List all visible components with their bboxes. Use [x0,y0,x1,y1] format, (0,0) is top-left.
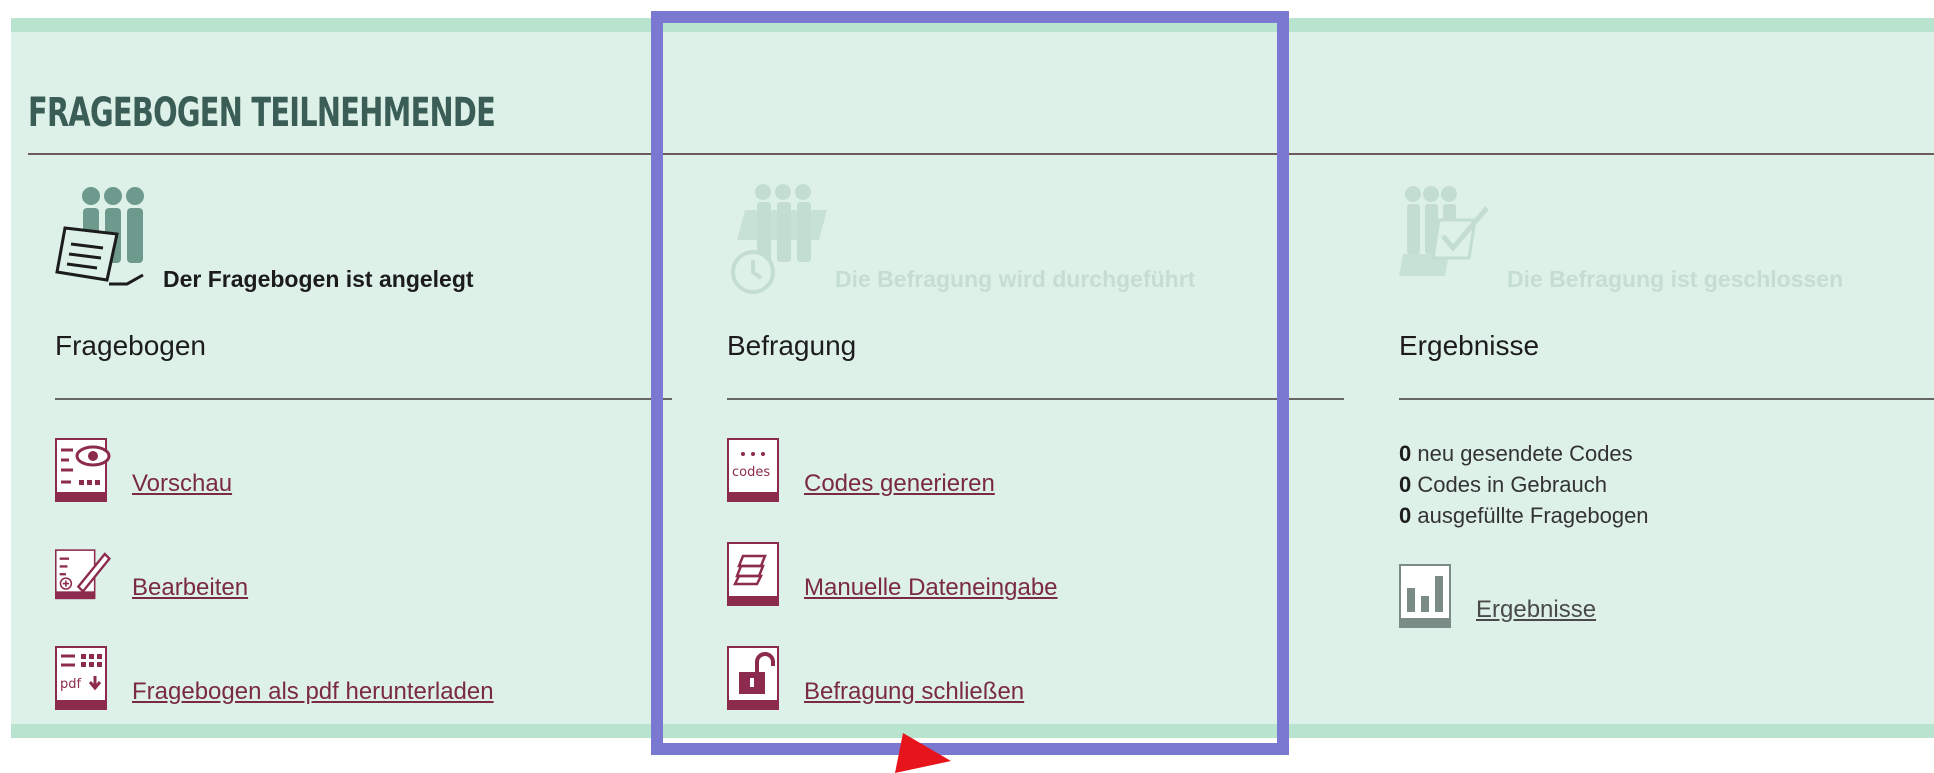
action-codes-generieren[interactable]: codes Codes generieren [727,438,1347,506]
questionnaire-created-icon [55,187,144,286]
action-vorschau[interactable]: Vorschau [55,438,675,506]
data-entry-icon [727,542,779,606]
bearbeiten-link[interactable]: Bearbeiten [132,574,248,602]
status-closed: Die Befragung ist geschlossen [1399,180,1934,310]
section-title-ergebnisse: Ergebnisse [1399,330,1540,361]
stat-completed: 0 ausgefüllte Fragebogen [1399,503,1649,528]
section-title-befragung: Befragung [727,330,857,361]
section-divider [1399,398,1934,400]
manuelle-dateneingabe-link[interactable]: Manuelle Dateneingabe [804,574,1058,602]
codes-icon: codes [727,438,779,502]
stat-codes-in-use: 0 Codes in Gebrauch [1399,472,1607,497]
bar-chart-icon [1399,564,1451,628]
action-ergebnisse[interactable]: Ergebnisse [1399,564,1934,632]
survey-closed-icon [1399,186,1489,276]
column-befragung: Die Befragung wird durchgeführt Befragun… [727,180,1347,720]
status-text: Der Fragebogen ist angelegt [163,266,474,292]
edit-icon [55,549,111,600]
page-title: FRAGEBOGEN TEILNEHMENDE [28,90,496,136]
survey-running-icon [731,184,827,294]
pdf-download-link[interactable]: Fragebogen als pdf herunterladen [132,678,494,706]
codes-generieren-link[interactable]: Codes generieren [804,470,995,498]
section-divider [727,398,1344,400]
section-divider [55,398,672,400]
column-fragebogen: Der Fragebogen ist angelegt Fragebogen V… [55,180,675,720]
action-manuelle-dateneingabe[interactable]: Manuelle Dateneingabe [727,542,1347,610]
title-divider [28,153,1934,155]
column-ergebnisse: Die Befragung ist geschlossen Ergebnisse… [1399,180,1934,720]
svg-text:pdf: pdf [60,677,82,692]
preview-icon [55,438,111,502]
stats-list: 0 neu gesendete Codes 0 Codes in Gebrauc… [1399,438,1649,531]
vorschau-link[interactable]: Vorschau [132,470,232,498]
action-befragung-schliessen[interactable]: Befragung schließen [727,646,1347,714]
status-text: Die Befragung wird durchgeführt [835,266,1196,292]
pdf-download-icon: pdf [55,646,107,710]
svg-text:codes: codes [732,465,770,480]
status-text: Die Befragung ist geschlossen [1507,266,1844,292]
section-title-fragebogen: Fragebogen [55,330,207,361]
ergebnisse-link[interactable]: Ergebnisse [1476,596,1596,624]
status-running: Die Befragung wird durchgeführt [727,180,1427,310]
pointer-arrow-icon [895,733,951,773]
stat-new-codes: 0 neu gesendete Codes [1399,441,1633,466]
action-bearbeiten[interactable]: Bearbeiten [55,542,675,610]
action-pdf-download[interactable]: pdf Fragebogen als pdf herunterladen [55,646,675,714]
status-created: Der Fragebogen ist angelegt [55,180,755,310]
unlock-icon [727,646,779,710]
befragung-schliessen-link[interactable]: Befragung schließen [804,678,1024,706]
